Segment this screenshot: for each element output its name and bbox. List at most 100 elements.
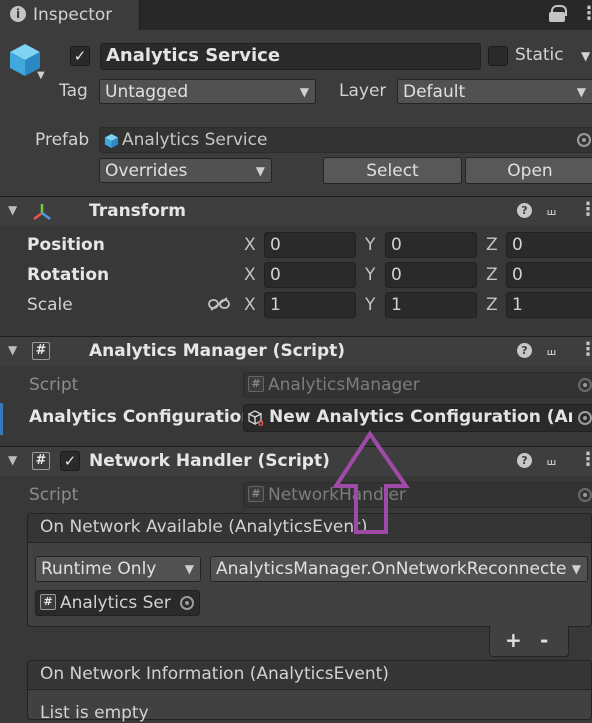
- layer-dropdown[interactable]: Default ▼: [397, 79, 592, 104]
- active-checkbox[interactable]: ✓: [70, 46, 90, 66]
- lock-body: [549, 12, 565, 22]
- position-x-field[interactable]: 0: [264, 232, 356, 258]
- help-icon[interactable]: ?: [517, 203, 532, 218]
- script-icon: #: [32, 452, 50, 470]
- remove-button[interactable]: -: [540, 628, 548, 652]
- target-value: Analytics Ser: [60, 593, 171, 613]
- network-handler-header[interactable]: ▼ # ✓ Network Handler (Script) ? ⧢ ⋮: [0, 446, 592, 476]
- static-dropdown-arrow[interactable]: ▼: [581, 49, 590, 63]
- presets-icon[interactable]: ⧢: [547, 450, 556, 470]
- runtime-dropdown[interactable]: Runtime Only ▼: [35, 556, 201, 582]
- chevron-down-icon: ▼: [255, 164, 265, 178]
- script-value: AnalyticsManager: [268, 375, 420, 395]
- axis-z-label: Z: [486, 235, 498, 255]
- foldout-arrow-icon[interactable]: ▼: [8, 453, 17, 467]
- config-field[interactable]: 0 New Analytics Configuration (Analy: [243, 404, 592, 432]
- overrides-label: Overrides: [105, 161, 188, 181]
- event-list-footer: + -: [489, 626, 569, 657]
- object-picker-icon: [578, 488, 592, 502]
- axis-y-label: Y: [365, 265, 376, 285]
- unity-event-box: On Network Available (AnalyticsEvent) Ru…: [27, 513, 592, 627]
- rotation-y-field[interactable]: 0: [385, 262, 477, 288]
- inspector-tab-bar: i Inspector ⋮: [0, 0, 592, 30]
- object-picker-icon[interactable]: [578, 411, 592, 425]
- static-checkbox[interactable]: [488, 46, 508, 66]
- select-button[interactable]: Select: [323, 157, 462, 184]
- enabled-checkbox[interactable]: ✓: [60, 451, 80, 471]
- scale-x-field[interactable]: 1: [264, 292, 356, 318]
- script-field: # AnalyticsManager: [243, 372, 592, 398]
- event-header: On Network Information (AnalyticsEvent): [28, 661, 591, 690]
- unity-event-box: On Network Information (AnalyticsEvent) …: [27, 660, 592, 723]
- scale-z-field[interactable]: 1: [506, 292, 592, 318]
- script-icon: #: [248, 376, 264, 392]
- config-value: New Analytics Configuration (Analy: [269, 407, 572, 427]
- info-icon: i: [10, 6, 26, 22]
- axis-z-label: Z: [486, 295, 498, 315]
- foldout-arrow-icon[interactable]: ▼: [8, 203, 17, 217]
- script-label: Script: [29, 375, 79, 395]
- axis-x-label: X: [244, 265, 256, 285]
- analytics-manager-title: Analytics Manager (Script): [89, 341, 346, 361]
- gameobject-header: ▼ ✓ Analytics Service Static ▼ Tag Untag…: [0, 30, 592, 196]
- object-picker-icon[interactable]: [180, 596, 194, 610]
- chevron-down-icon: ▼: [184, 562, 194, 576]
- scale-label: Scale: [27, 295, 73, 315]
- inspector-tab[interactable]: i Inspector: [0, 0, 140, 30]
- transform-header[interactable]: ▼ Transform ? ⧢ ⋮: [0, 196, 592, 226]
- target-object-field[interactable]: # Analytics Ser: [35, 590, 200, 616]
- tag-dropdown[interactable]: Untagged ▼: [99, 79, 316, 104]
- tag-value: Untagged: [105, 82, 189, 102]
- presets-icon[interactable]: ⧢: [547, 340, 556, 360]
- axis-y-label: Y: [365, 295, 376, 315]
- scale-y-field[interactable]: 1: [385, 292, 477, 318]
- position-y-field[interactable]: 0: [385, 232, 477, 258]
- script-label: Script: [29, 485, 79, 505]
- foldout-arrow-icon[interactable]: ▼: [8, 343, 17, 357]
- presets-icon[interactable]: ⧢: [547, 200, 556, 220]
- overrides-dropdown[interactable]: Overrides ▼: [99, 158, 272, 183]
- chevron-down-icon: ▼: [299, 85, 309, 99]
- axis-y-label: Y: [365, 235, 376, 255]
- help-icon[interactable]: ?: [517, 343, 532, 358]
- transform-icon: [33, 204, 51, 220]
- method-dropdown[interactable]: AnalyticsManager.OnNetworkReconnecte ▼: [210, 556, 588, 582]
- axis-x-label: X: [244, 235, 256, 255]
- prefab-field[interactable]: Analytics Service: [99, 127, 592, 153]
- layer-label: Layer: [339, 81, 387, 101]
- object-picker-icon: [578, 378, 592, 392]
- static-label: Static: [515, 45, 564, 65]
- tab-title: Inspector: [33, 5, 113, 25]
- position-label: Position: [27, 235, 105, 255]
- constrain-proportions-icon[interactable]: [208, 297, 230, 311]
- name-field[interactable]: Analytics Service: [100, 43, 481, 70]
- analytics-manager-header[interactable]: ▼ # Analytics Manager (Script) ? ⧢ ⋮: [0, 336, 592, 366]
- position-z-field[interactable]: 0: [506, 232, 592, 258]
- kebab-menu-icon[interactable]: ⋮: [580, 3, 592, 24]
- transform-title: Transform: [89, 201, 186, 221]
- rotation-z-field[interactable]: 0: [506, 262, 592, 288]
- help-icon[interactable]: ?: [517, 453, 532, 468]
- kebab-menu-icon[interactable]: ⋮: [579, 339, 592, 360]
- add-button[interactable]: +: [505, 628, 522, 652]
- event-header: On Network Available (AnalyticsEvent): [28, 514, 591, 543]
- prefab-label: Prefab: [35, 130, 90, 150]
- analytics-manager-body: Script # AnalyticsManager Analytics Conf…: [0, 366, 592, 446]
- selection-indicator: [0, 403, 3, 435]
- rotation-x-field[interactable]: 0: [264, 262, 356, 288]
- network-handler-title: Network Handler (Script): [89, 451, 330, 471]
- kebab-menu-icon[interactable]: ⋮: [579, 449, 592, 470]
- script-icon: #: [248, 486, 264, 502]
- object-picker-icon[interactable]: [577, 133, 591, 147]
- runtime-value: Runtime Only: [41, 559, 157, 579]
- prefab-cube-icon: [104, 133, 119, 149]
- event-title: On Network Available (AnalyticsEvent): [40, 517, 368, 537]
- tag-label: Tag: [59, 81, 88, 101]
- event-title: On Network Information (AnalyticsEvent): [40, 664, 389, 684]
- open-button[interactable]: Open: [465, 157, 592, 184]
- axis-z-label: Z: [486, 265, 498, 285]
- script-icon: #: [32, 342, 50, 360]
- icon-dropdown-arrow[interactable]: ▼: [37, 70, 45, 81]
- kebab-menu-icon[interactable]: ⋮: [579, 199, 592, 220]
- axis-x-label: X: [244, 295, 256, 315]
